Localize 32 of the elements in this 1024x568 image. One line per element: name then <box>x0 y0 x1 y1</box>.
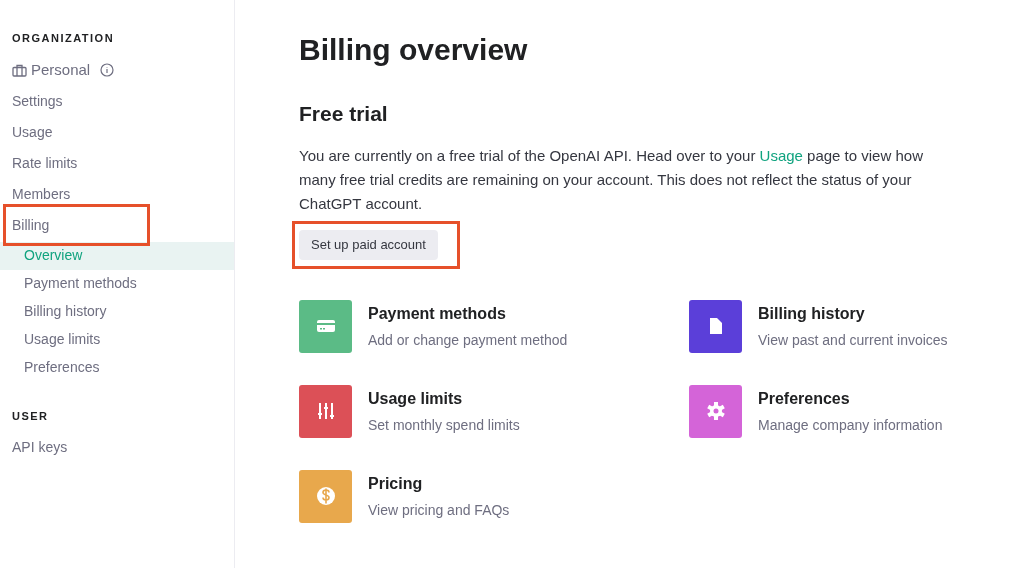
info-icon[interactable] <box>100 63 115 77</box>
sidebar-item[interactable]: Members <box>12 183 71 205</box>
setup-paid-account-button[interactable]: Set up paid account <box>299 229 438 260</box>
sidebar-subitem[interactable]: Preferences <box>0 353 234 382</box>
sidebar-subitem[interactable]: Payment methods <box>0 269 234 298</box>
card-subtitle: View pricing and FAQs <box>368 500 510 520</box>
card-title[interactable]: Payment methods <box>368 301 568 326</box>
dollar-icon <box>314 485 337 507</box>
card-subtitle: View past and current invoices <box>758 330 948 350</box>
card-subtitle: Manage company information <box>758 415 943 435</box>
section-title: Free trial <box>299 101 389 127</box>
briefcase-icon <box>12 63 27 77</box>
card-title[interactable]: Billing history <box>758 301 948 326</box>
sidebar-subitem[interactable]: Usage limits <box>0 325 234 354</box>
description-text: You are currently on a free trial of the OpenAI API. Head over to your Usage page to view how many free trial credits are remaining on your account. This does not reflect the status of your ChatGPT account. <box>299 145 924 214</box>
section-heading: ORGANIZATION <box>11 31 116 46</box>
usage-link[interactable]: Usage <box>759 146 803 164</box>
sidebar-item[interactable]: API keys <box>12 437 68 458</box>
sidebar-item[interactable]: Billing <box>12 214 50 236</box>
page-title: Billing overview <box>299 32 529 68</box>
sidebar-subitem[interactable]: Billing history <box>0 297 234 326</box>
section-heading: USER <box>11 408 50 424</box>
card-title[interactable]: Preferences <box>758 386 943 411</box>
sidebar-item[interactable]: Rate limits <box>12 152 78 174</box>
sidebar-item[interactable]: Settings <box>12 90 63 112</box>
card-title[interactable]: Usage limits <box>368 386 520 411</box>
organization-selector[interactable]: Personal <box>12 58 91 82</box>
card-title[interactable]: Pricing <box>368 471 510 496</box>
card-subtitle: Add or change payment method <box>368 330 568 350</box>
card-subtitle: Set monthly spend limits <box>368 415 520 435</box>
sidebar-item[interactable]: Usage <box>12 121 53 143</box>
sidebar-subitem[interactable]: Overview <box>0 241 234 270</box>
